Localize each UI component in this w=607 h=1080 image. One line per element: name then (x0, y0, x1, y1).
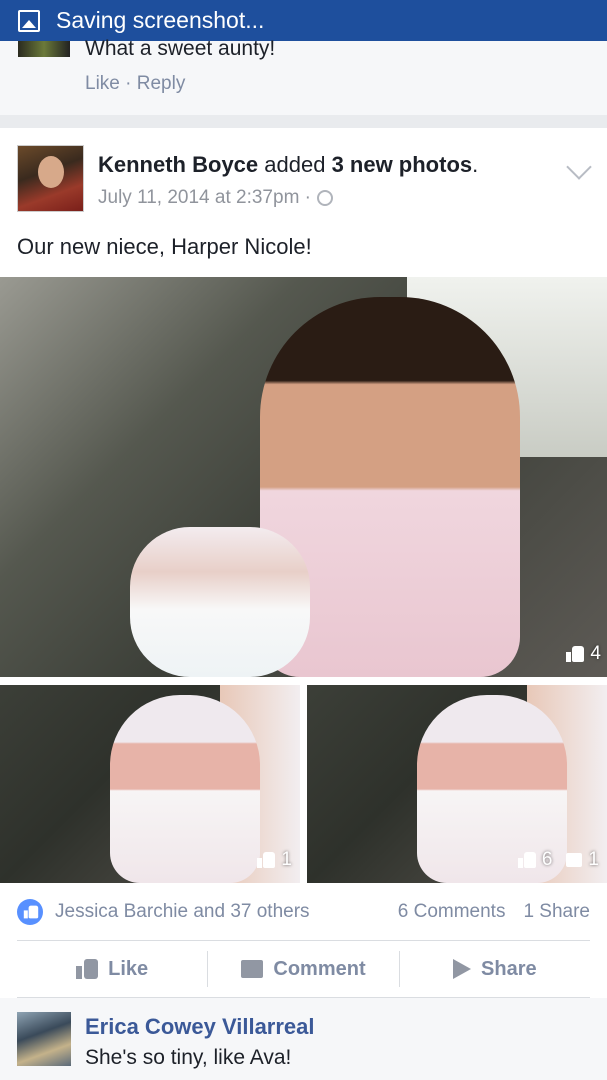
like-label: Like (108, 957, 149, 980)
share-arrow-icon (453, 959, 472, 979)
timestamp[interactable]: July 11, 2014 at 2:37pm · (98, 187, 311, 209)
image-icon (18, 9, 40, 32)
globe-icon (317, 190, 333, 206)
comment-label: Comment (273, 957, 366, 980)
thumbs-up-icon (257, 852, 276, 868)
photos-link[interactable]: 3 new photos (332, 152, 473, 177)
like-reply-links[interactable]: Like · Reply (85, 73, 185, 95)
share-button[interactable]: Share (398, 951, 590, 987)
comment-text: What a sweet aunty! (85, 37, 276, 60)
photo-comment-count: 1 (588, 849, 599, 870)
reactions-summary: Jessica Barchie and 37 others 6 Comments… (0, 884, 607, 940)
action-bar: Like Comment Share (17, 940, 590, 998)
post-header: Kenneth Boyce added 3 new photos. (98, 152, 478, 178)
photo-like-badge: 6 1 (517, 849, 599, 871)
status-text: Saving screenshot... (56, 7, 265, 33)
feed-post: Kenneth Boyce added 3 new photos. July 1… (0, 128, 607, 1080)
comments-count[interactable]: 6 Comments (398, 901, 506, 923)
like-reaction-icon (17, 899, 43, 925)
like-button[interactable]: Like (17, 951, 207, 987)
comment-icon (241, 960, 264, 978)
thumbs-up-icon (517, 852, 536, 868)
comment-button[interactable]: Comment (207, 951, 398, 987)
comment-icon (566, 853, 583, 867)
post-meta: July 11, 2014 at 2:37pm · (98, 187, 333, 209)
post-caption: Our new niece, Harper Nicole! (17, 234, 312, 259)
photo-main[interactable]: 4 (0, 277, 607, 677)
chevron-down-icon[interactable] (566, 154, 592, 180)
photo-like-badge: 4 (566, 643, 601, 665)
photo-like-count: 6 (541, 849, 553, 870)
commenter-avatar[interactable] (17, 1012, 71, 1066)
photo-like-count: 4 (590, 643, 601, 664)
status-bar: Saving screenshot... (0, 0, 607, 41)
comment-text: She's so tiny, like Ava! (85, 1046, 292, 1069)
previous-comment: What a sweet aunty! Like · Reply (0, 37, 607, 115)
shares-count[interactable]: 1 Share (523, 901, 590, 923)
reactions-text[interactable]: Jessica Barchie and 37 others (55, 901, 310, 923)
photo-like-badge: 1 (257, 849, 292, 871)
author-avatar[interactable] (17, 145, 84, 212)
photo-like-count: 1 (281, 849, 292, 870)
action-prefix: added (258, 152, 332, 177)
photo-thumb-right[interactable]: 6 1 (307, 685, 607, 883)
action-suffix: . (472, 152, 479, 177)
thumbs-up-icon (566, 646, 585, 662)
share-label: Share (481, 957, 537, 980)
thumbs-up-icon (76, 959, 99, 979)
comment-item: Erica Cowey Villarreal She's so tiny, li… (0, 998, 607, 1080)
commenter-name[interactable]: Erica Cowey Villarreal (85, 1014, 315, 1040)
author-name[interactable]: Kenneth Boyce (98, 152, 258, 177)
photo-thumb-left[interactable]: 1 (0, 685, 300, 883)
avatar[interactable] (18, 41, 70, 57)
